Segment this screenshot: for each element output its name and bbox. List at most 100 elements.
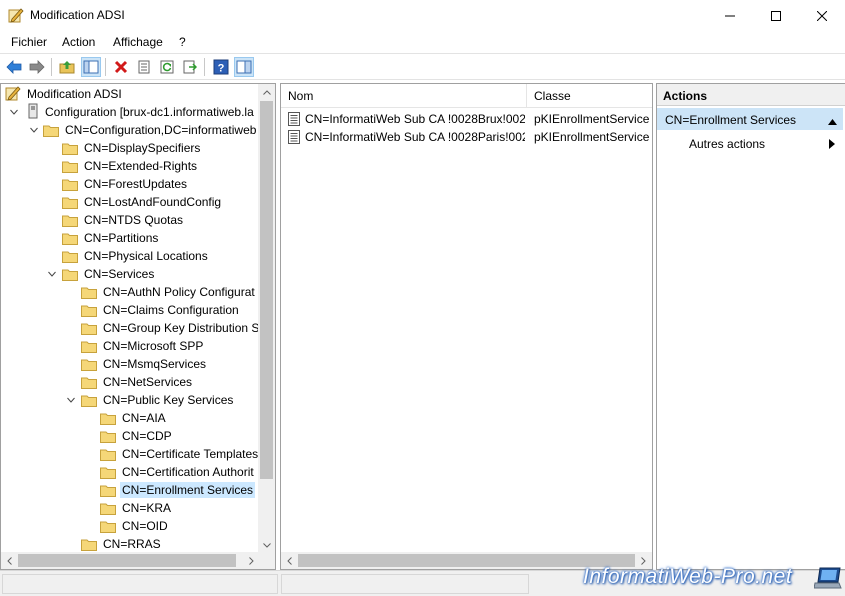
actions-pane: Actions CN=Enrollment Services Autres ac… (656, 83, 845, 570)
tree-item-label: CN=AIA (122, 411, 166, 425)
folder-icon (100, 430, 116, 443)
scroll-up-arrow-icon[interactable] (258, 84, 275, 101)
scroll-left-arrow-icon[interactable] (281, 552, 298, 569)
chevron-down-icon[interactable] (66, 391, 76, 409)
menu-bar: Fichier Action Affichage ? (0, 31, 845, 53)
menu-file[interactable]: Fichier (11, 35, 47, 49)
tree-item-label: CN=Physical Locations (84, 249, 208, 263)
status-segment (2, 574, 278, 594)
folder-icon (43, 124, 59, 137)
tree-item-group-key-distribution[interactable]: CN=Group Key Distribution S (81, 319, 261, 337)
folder-icon (100, 484, 116, 497)
svg-text:?: ? (218, 63, 225, 75)
show-hide-tree-icon[interactable] (81, 57, 101, 77)
tree-vertical-scrollbar[interactable] (258, 84, 275, 554)
tree-item-label: CN=NetServices (103, 375, 193, 389)
actions-section-label: CN=Enrollment Services (665, 113, 797, 127)
tree-item-net-services[interactable]: CN=NetServices (81, 373, 194, 391)
column-divider[interactable] (526, 84, 527, 108)
properties-icon[interactable] (134, 57, 154, 77)
column-header-class[interactable]: Classe (534, 89, 571, 103)
maximize-button[interactable] (753, 0, 799, 31)
tree-pane[interactable]: Modification ADSI Configuration [brux-dc… (0, 83, 276, 570)
tree-item-certificate-templates[interactable]: CN=Certificate Templates (100, 445, 260, 463)
scroll-right-arrow-icon[interactable] (243, 552, 260, 569)
list-item-class: pKIEnrollmentService (534, 112, 650, 126)
tree-item-forest-updates[interactable]: CN=ForestUpdates (62, 175, 189, 193)
minimize-button[interactable] (707, 0, 753, 31)
tree-item-configuration[interactable]: Configuration [brux-dc1.informatiweb.la (27, 103, 256, 121)
menu-action[interactable]: Action (62, 35, 95, 49)
menu-help[interactable]: ? (179, 35, 186, 49)
tree-item-msmq-services[interactable]: CN=MsmqServices (81, 355, 208, 373)
tree-item-label: CN=KRA (122, 501, 172, 515)
menu-view[interactable]: Affichage (113, 35, 163, 49)
submenu-arrow-icon[interactable] (829, 138, 835, 152)
tree-item-partitions[interactable]: CN=Partitions (62, 229, 160, 247)
list-item-name: CN=InformatiWeb Sub CA !0028Brux!0029 (305, 112, 525, 126)
actions-section-enrollment-services[interactable]: CN=Enrollment Services (657, 108, 843, 130)
tree-item-cn-configuration[interactable]: CN=Configuration,DC=informatiweb (43, 121, 258, 139)
tree-item-label: CN=Enrollment Services (120, 482, 256, 498)
tree-item-services[interactable]: CN=Services (62, 265, 156, 283)
folder-icon (100, 520, 116, 533)
adsi-edit-app-icon (8, 7, 24, 23)
delete-icon[interactable] (111, 57, 131, 77)
list-item[interactable]: CN=InformatiWeb Sub CA !0028Brux!0029 pK… (281, 110, 652, 128)
results-list-pane[interactable]: Nom Classe CN=InformatiWeb Sub CA !0028B… (280, 83, 653, 570)
tree-item-public-key-services[interactable]: CN=Public Key Services (81, 391, 235, 409)
folder-icon (100, 412, 116, 425)
tree-item-oid[interactable]: CN=OID (100, 517, 170, 535)
tree-item-label: CN=AuthN Policy Configurat (103, 285, 255, 299)
status-segment (281, 574, 529, 594)
refresh-icon[interactable] (157, 57, 177, 77)
object-icon (287, 130, 301, 147)
tree-item-label: CN=Certification Authorit (122, 465, 254, 479)
folder-icon (62, 196, 78, 209)
show-hide-action-pane-icon[interactable] (234, 57, 254, 77)
help-icon[interactable]: ? (211, 57, 231, 77)
list-item[interactable]: CN=InformatiWeb Sub CA !0028Paris!0029 p… (281, 128, 652, 146)
tree-item-cdp[interactable]: CN=CDP (100, 427, 174, 445)
tree-item-root[interactable]: Modification ADSI (5, 85, 124, 103)
tree-horizontal-scroll-thumb[interactable] (18, 554, 236, 567)
chevron-down-icon[interactable] (9, 103, 19, 121)
tree-item-label: CN=NTDS Quotas (84, 213, 184, 227)
tree-item-certification-authorities[interactable]: CN=Certification Authorit (100, 463, 256, 481)
list-item-class: pKIEnrollmentService (534, 130, 650, 144)
tree-vertical-scroll-thumb[interactable] (260, 101, 273, 479)
chevron-down-icon[interactable] (29, 121, 39, 139)
back-arrow-icon[interactable] (4, 57, 24, 77)
forward-arrow-icon[interactable] (27, 57, 47, 77)
tree-item-kra[interactable]: CN=KRA (100, 499, 173, 517)
tree-item-lost-and-found[interactable]: CN=LostAndFoundConfig (62, 193, 223, 211)
tree-item-label: CN=RRAS (103, 537, 161, 551)
more-actions-item[interactable]: Autres actions (689, 137, 765, 151)
list-header: Nom Classe (281, 84, 652, 108)
up-folder-icon[interactable] (57, 57, 77, 77)
tree-item-authn-policy[interactable]: CN=AuthN Policy Configurat (81, 283, 257, 301)
tree-item-rras[interactable]: CN=RRAS (81, 535, 163, 553)
tree-horizontal-scrollbar[interactable] (1, 552, 275, 569)
tree-item-label: CN=OID (122, 519, 168, 533)
tree-item-ntds-quotas[interactable]: CN=NTDS Quotas (62, 211, 185, 229)
tree-item-microsoft-spp[interactable]: CN=Microsoft SPP (81, 337, 205, 355)
toolbar-separator (105, 58, 106, 76)
tree-item-claims-configuration[interactable]: CN=Claims Configuration (81, 301, 241, 319)
chevron-down-icon[interactable] (47, 265, 57, 283)
column-header-name[interactable]: Nom (288, 89, 313, 103)
tree-item-display-specifiers[interactable]: CN=DisplaySpecifiers (62, 139, 202, 157)
close-button[interactable] (799, 0, 845, 31)
folder-icon (81, 538, 97, 551)
object-icon (287, 112, 301, 129)
tree-item-label: CN=Public Key Services (103, 393, 234, 407)
collapse-up-icon[interactable] (828, 114, 837, 128)
tree-item-extended-rights[interactable]: CN=Extended-Rights (62, 157, 199, 175)
tree-item-enrollment-services[interactable]: CN=Enrollment Services (100, 481, 256, 499)
tree-item-label: CN=Extended-Rights (84, 159, 198, 173)
scroll-left-arrow-icon[interactable] (1, 552, 18, 569)
export-list-icon[interactable] (180, 57, 200, 77)
tree-item-physical-locations[interactable]: CN=Physical Locations (62, 247, 210, 265)
tree-item-aia[interactable]: CN=AIA (100, 409, 168, 427)
tree-item-label: CN=LostAndFoundConfig (84, 195, 222, 209)
